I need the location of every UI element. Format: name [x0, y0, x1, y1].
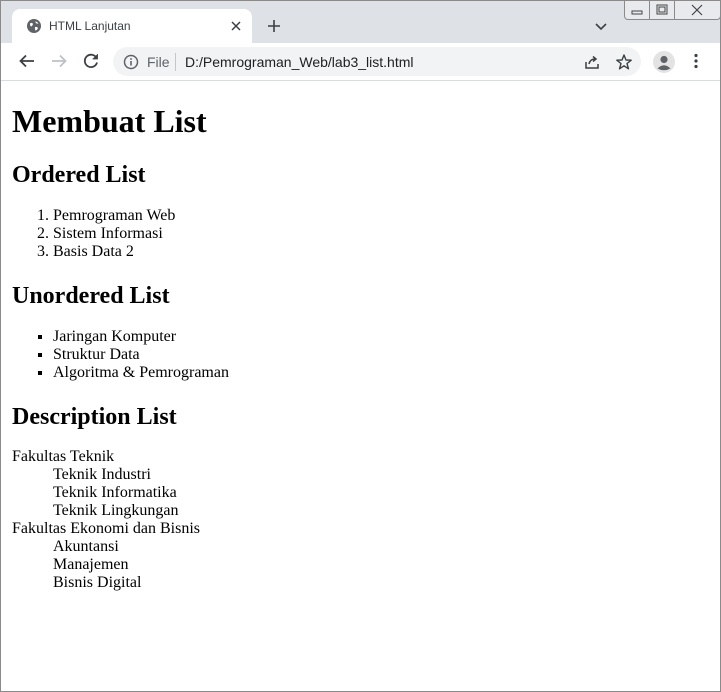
browser-toolbar: File D:/Pemrograman_Web/lab3_list.html	[1, 43, 720, 81]
restore-icon[interactable]	[650, 1, 675, 19]
list-item: Sistem Informasi	[53, 225, 175, 243]
window-controls	[624, 1, 720, 20]
file-scheme-label: File	[147, 54, 170, 70]
unordered-list-heading: Unordered List	[12, 283, 170, 309]
list-item: Jaringan Komputer	[53, 328, 229, 346]
globe-icon	[26, 18, 42, 34]
description-term: Fakultas Teknik	[12, 448, 115, 465]
tab-search-icon[interactable]	[593, 18, 609, 34]
close-tab-icon[interactable]	[229, 19, 243, 33]
list-item: Basis Data 2	[53, 243, 175, 261]
bookmark-star-icon[interactable]	[615, 53, 633, 71]
share-icon[interactable]	[583, 53, 601, 71]
description-detail: Teknik Informatika	[53, 484, 177, 501]
page-content: Membuat List Ordered List Pemrograman We…	[1, 81, 720, 691]
address-separator	[175, 53, 176, 71]
address-bar[interactable]: File D:/Pemrograman_Web/lab3_list.html	[113, 47, 641, 76]
description-list-heading: Description List	[12, 404, 177, 430]
new-tab-icon[interactable]	[266, 18, 282, 34]
description-term: Fakultas Ekonomi dan Bisnis	[12, 520, 200, 537]
minimize-icon[interactable]	[625, 1, 650, 19]
page-title: Membuat List	[12, 103, 207, 139]
browser-tab[interactable]: HTML Lanjutan	[12, 9, 252, 43]
browser-window: HTML Lanjutan File D:/Pemrograman_Web/la…	[0, 0, 721, 692]
info-icon[interactable]	[123, 54, 139, 70]
back-arrow-icon[interactable]	[18, 52, 36, 70]
list-item: Pemrograman Web	[53, 207, 175, 225]
tab-strip: HTML Lanjutan	[1, 1, 720, 43]
description-detail: Akuntansi	[53, 538, 119, 555]
ordered-list: Pemrograman Web Sistem Informasi Basis D…	[12, 207, 175, 261]
unordered-list: Jaringan Komputer Struktur Data Algoritm…	[12, 328, 229, 382]
description-detail: Teknik Industri	[53, 466, 151, 483]
list-item: Struktur Data	[53, 346, 229, 364]
ordered-list-heading: Ordered List	[12, 162, 146, 188]
reload-icon[interactable]	[82, 52, 100, 70]
list-item: Algoritma & Pemrograman	[53, 364, 229, 382]
tab-title: HTML Lanjutan	[49, 19, 131, 33]
more-vertical-icon[interactable]	[687, 52, 705, 70]
forward-arrow-icon[interactable]	[50, 52, 68, 70]
profile-avatar-icon[interactable]	[652, 50, 676, 74]
url-text[interactable]: D:/Pemrograman_Web/lab3_list.html	[185, 54, 414, 70]
description-detail: Teknik Lingkungan	[53, 502, 179, 519]
close-window-icon[interactable]	[675, 1, 720, 19]
description-detail: Bisnis Digital	[53, 574, 142, 591]
description-list: Fakultas Teknik Teknik Industri Teknik I…	[12, 448, 200, 592]
description-detail: Manajemen	[53, 556, 129, 573]
